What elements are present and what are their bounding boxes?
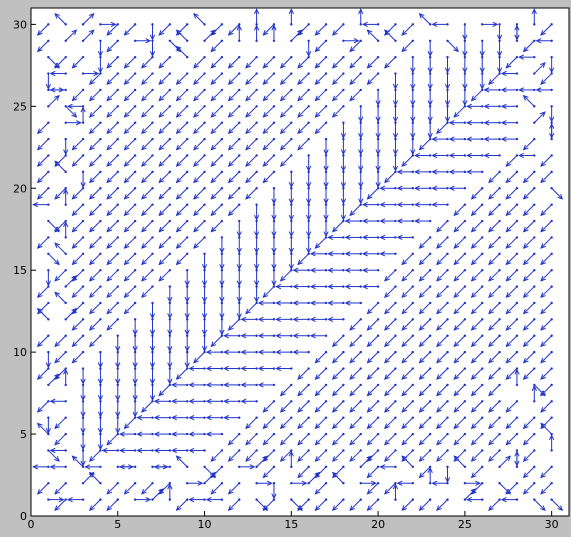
- x-tick-label: 10: [198, 518, 212, 531]
- x-tick-label: 30: [545, 518, 559, 531]
- quiver-figure: 0 5 10 15 20 25 30 0 5 10 15 20 25 30: [0, 0, 571, 533]
- quiver-chart: 0 5 10 15 20 25 30 0 5 10 15 20 25 30: [13, 7, 570, 531]
- y-tick-label: 5: [20, 428, 27, 441]
- x-tick-label: 15: [284, 518, 298, 531]
- x-tick-label: 25: [458, 518, 472, 531]
- x-tick-label: 20: [371, 518, 385, 531]
- y-tick-label: 20: [13, 182, 27, 195]
- y-tick-label: 30: [13, 18, 27, 31]
- x-tick-label: 5: [114, 518, 121, 531]
- y-tick-label: 25: [13, 100, 27, 113]
- y-tick-label: 0: [20, 510, 27, 523]
- y-tick-label: 15: [13, 264, 27, 277]
- y-tick-label: 10: [13, 346, 27, 359]
- x-tick-label: 0: [28, 518, 35, 531]
